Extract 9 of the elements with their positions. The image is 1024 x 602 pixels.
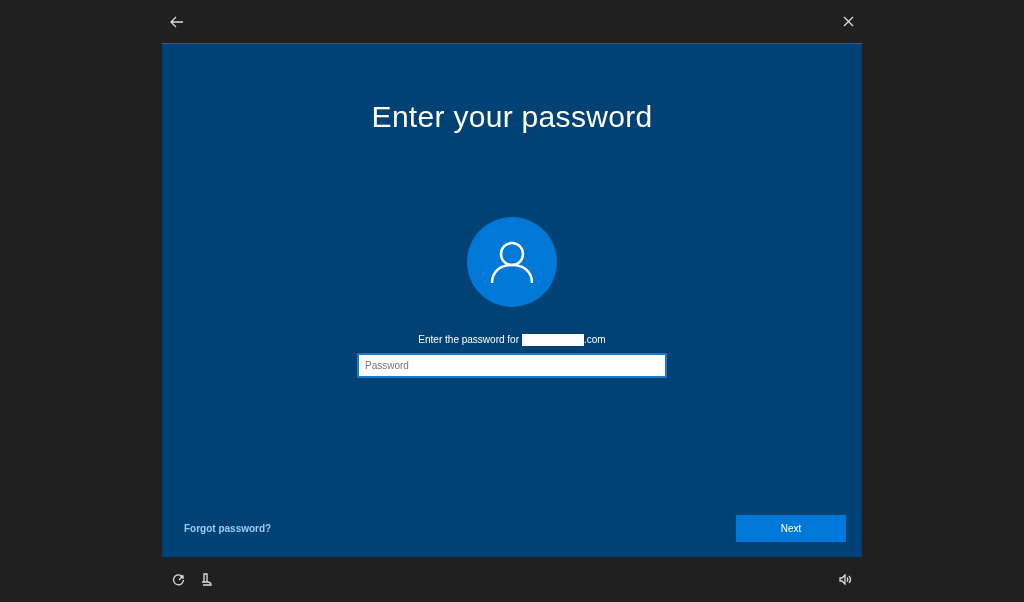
next-button[interactable]: Next (736, 515, 846, 542)
close-icon[interactable] (843, 16, 854, 27)
password-field[interactable]: Password (357, 353, 667, 378)
page-title: Enter your password (371, 99, 653, 135)
password-prompt: Enter the password for (418, 333, 519, 347)
forgot-password-link[interactable]: Forgot password? (184, 521, 272, 536)
back-arrow-icon[interactable] (170, 15, 184, 28)
volume-icon[interactable] (839, 574, 852, 585)
email-domain: .com (583, 333, 606, 347)
